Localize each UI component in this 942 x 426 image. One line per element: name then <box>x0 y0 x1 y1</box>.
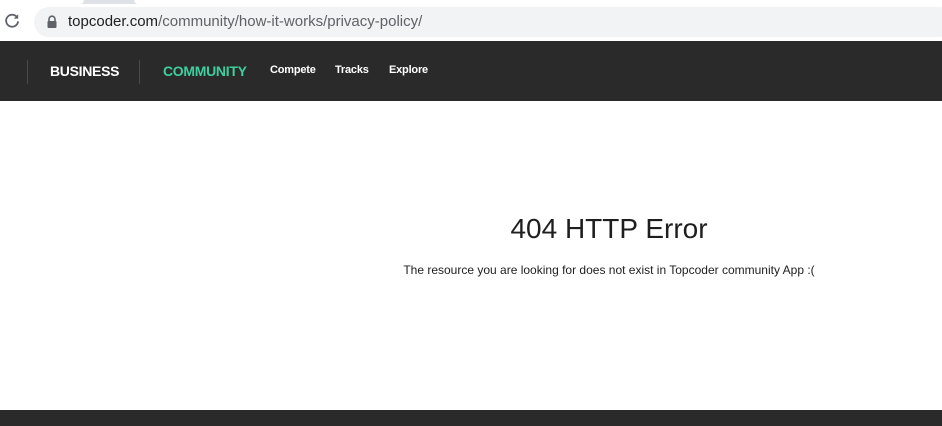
reload-icon[interactable] <box>2 11 22 31</box>
lock-icon[interactable] <box>45 15 59 29</box>
url-host: topcoder.com <box>68 13 159 30</box>
nav-explore-link[interactable]: Explore <box>389 63 428 77</box>
error-message: The resource you are looking for does no… <box>403 263 815 277</box>
nav-divider <box>27 60 28 84</box>
nav-business-link[interactable]: BUSINESS <box>50 63 119 80</box>
site-footer <box>0 410 942 426</box>
nav-divider <box>139 60 140 84</box>
address-bar[interactable]: topcoder.com/community/how-it-works/priv… <box>34 7 942 37</box>
nav-community-link[interactable]: COMMUNITY <box>163 63 247 80</box>
error-title: 404 HTTP Error <box>510 213 708 244</box>
nav-compete-link[interactable]: Compete <box>270 63 316 77</box>
url-text[interactable]: topcoder.com/community/how-it-works/priv… <box>68 13 422 31</box>
url-path: /community/how-it-works/privacy-policy/ <box>158 13 423 30</box>
browser-toolbar: topcoder.com/community/how-it-works/priv… <box>0 4 942 41</box>
site-navbar: BUSINESS COMMUNITY Compete Tracks Explor… <box>0 41 942 101</box>
nav-tracks-link[interactable]: Tracks <box>335 63 369 77</box>
